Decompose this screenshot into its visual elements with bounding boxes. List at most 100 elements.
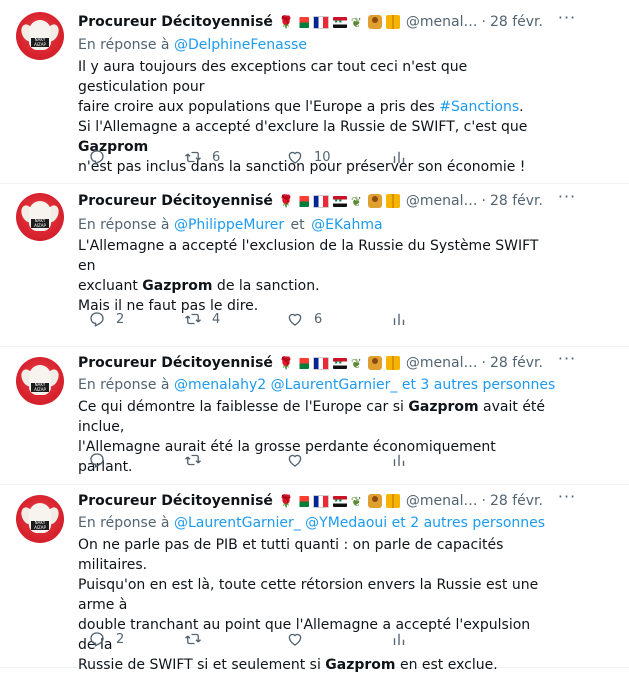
- avatar[interactable]: NAKY AIZAP: [16, 193, 64, 241]
- reply-mention[interactable]: @LaurentGarnier_: [271, 377, 398, 393]
- like-count: 6: [314, 311, 323, 327]
- syria-flag-icon: [332, 195, 347, 207]
- person-icon: [367, 494, 382, 508]
- retweet-button[interactable]: [174, 630, 212, 648]
- reply-count: 2: [116, 311, 125, 327]
- tweet[interactable]: NAKY AIZAP Procureur Décitoyennisé 🌹 ❦ @mena…: [0, 184, 629, 347]
- tweet-header: Procureur Décitoyennisé🌹❦@menal…·28 févr…: [78, 11, 543, 33]
- tweet-text-line: Russie de SWIFT si et seulement si Gazpr…: [78, 655, 548, 675]
- more-icon[interactable]: ···: [557, 10, 577, 31]
- person-icon: [367, 15, 382, 29]
- like-button[interactable]: [276, 630, 314, 648]
- madagascar-flag-icon: [294, 16, 309, 28]
- tweet-timestamp[interactable]: 28 févr.: [490, 493, 543, 509]
- person-icon: [367, 356, 382, 370]
- reply-button[interactable]: 2: [78, 630, 124, 648]
- author-name[interactable]: Procureur Décitoyennisé: [78, 493, 273, 509]
- france-flag-icon: [312, 194, 329, 208]
- reply-icon: [88, 630, 106, 648]
- reply-button[interactable]: [78, 451, 116, 469]
- text-segment: Ce qui démontre la faiblesse de l'Europe…: [78, 399, 409, 415]
- reply-conjunction: et: [290, 217, 305, 233]
- analytics-button[interactable]: [380, 630, 408, 648]
- text-segment: Puisqu'on en est là, toute cette rétorsi…: [78, 577, 539, 613]
- bold-keyword: Gazprom: [408, 399, 479, 415]
- more-icon[interactable]: ···: [557, 189, 577, 210]
- more-icon[interactable]: ···: [557, 489, 577, 510]
- reply-mention[interactable]: et 2 autres personnes: [392, 515, 545, 531]
- tweet-header: Procureur Décitoyennisé🌹❦@menal…·28 févr…: [78, 490, 543, 512]
- olive-branch-icon: ❦: [350, 194, 362, 210]
- tweet-text-line: On ne parle pas de PIB et tutti quanti :…: [78, 535, 548, 575]
- avatar[interactable]: NAKY AIZAP: [16, 495, 64, 543]
- name-emojis: 🌹❦: [278, 494, 400, 509]
- avatar-sign-text: NAKY AIZAP: [31, 520, 49, 530]
- like-icon: [286, 630, 304, 648]
- tweet[interactable]: NAKY AIZAPProcureur Décitoyennisé🌹❦@mena…: [0, 347, 629, 485]
- rose-icon: 🌹: [278, 15, 294, 29]
- tweet[interactable]: NAKY AIZAP Procureur Décitoyennisé 🌹❦ @mena…: [0, 485, 629, 673]
- tweet-header: Procureur Décitoyennisé 🌹 ❦ @menal…·28 févr…: [78, 190, 543, 212]
- avatar-sign-text: NAKY AIZAP: [31, 218, 49, 228]
- reply-button[interactable]: [78, 148, 116, 166]
- like-button[interactable]: 10: [276, 148, 331, 166]
- like-button[interactable]: [276, 451, 314, 469]
- text-segment: de la sanction.: [212, 278, 320, 294]
- reply-mention[interactable]: @PhilippeMurer: [174, 217, 284, 233]
- analytics-button[interactable]: [380, 310, 408, 328]
- bold-keyword: Gazprom: [142, 278, 213, 294]
- retweet-icon: [184, 630, 202, 648]
- rose-icon: 🌹: [278, 494, 294, 508]
- text-segment: faire croire aux populations que l'Europ…: [78, 99, 440, 115]
- reply-mention[interactable]: @LaurentGarnier_: [174, 515, 301, 531]
- like-icon: [286, 148, 304, 166]
- author-handle[interactable]: @menal…: [406, 493, 478, 509]
- reply-context: En réponse à @LaurentGarnier_ @YMedaoui …: [78, 513, 545, 533]
- avatar-sign-text: NAKY AIZAP: [31, 37, 49, 47]
- tweet-timestamp[interactable]: 28 févr.: [490, 193, 543, 209]
- tweet-timestamp[interactable]: 28 févr.: [490, 14, 543, 30]
- avatar[interactable]: NAKY AIZAP: [16, 12, 64, 60]
- reply-button[interactable]: 2: [78, 310, 124, 328]
- yellow-vest-icon: [385, 494, 400, 508]
- yellow-vest-icon: [385, 356, 400, 370]
- avatar[interactable]: NAKY AIZAP: [16, 357, 64, 405]
- reply-prefix: En réponse à: [78, 515, 170, 531]
- reply-mention[interactable]: et 3 autres personnes: [402, 377, 555, 393]
- author-handle[interactable]: @menal…: [406, 14, 478, 30]
- analytics-button[interactable]: [380, 148, 408, 166]
- analytics-button[interactable]: [380, 451, 408, 469]
- hashtag-link[interactable]: #Sanctions: [439, 99, 519, 115]
- text-segment: en est exclue.: [395, 657, 498, 673]
- retweet-count: 4: [212, 311, 221, 327]
- author-handle[interactable]: @menal…: [406, 193, 478, 209]
- reply-mention[interactable]: @DelphineFenasse: [174, 37, 307, 53]
- reply-mention[interactable]: @menalahy2: [174, 377, 266, 393]
- author-handle[interactable]: @menal…: [406, 355, 478, 371]
- more-icon[interactable]: ···: [557, 351, 577, 372]
- reply-mention[interactable]: @EKahma: [311, 217, 382, 233]
- tweet[interactable]: NAKY AIZAPProcureur Décitoyennisé🌹❦@mena…: [0, 0, 629, 184]
- tweet-actions: [78, 451, 518, 471]
- author-name[interactable]: Procureur Décitoyennisé: [78, 14, 273, 30]
- reply-context: En réponse à @PhilippeMurer et @EKahma: [78, 215, 383, 235]
- like-button[interactable]: 6: [276, 310, 322, 328]
- rose-icon: 🌹: [278, 194, 294, 208]
- analytics-icon: [390, 310, 408, 328]
- tweet-text: On ne parle pas de PIB et tutti quanti :…: [78, 535, 548, 675]
- separator-dot: ·: [481, 355, 486, 371]
- reply-mention[interactable]: @YMedaoui: [305, 515, 387, 531]
- reply-icon: [88, 148, 106, 166]
- retweet-button[interactable]: 6: [174, 148, 220, 166]
- reply-prefix: En réponse à: [78, 217, 170, 233]
- retweet-button[interactable]: [174, 451, 212, 469]
- timeline: NAKY AIZAPProcureur Décitoyennisé🌹❦@mena…: [0, 0, 629, 673]
- separator-dot: ·: [481, 14, 486, 30]
- author-name[interactable]: Procureur Décitoyennisé: [78, 355, 273, 371]
- reply-icon: [88, 451, 106, 469]
- tweet-timestamp[interactable]: 28 févr.: [490, 355, 543, 371]
- france-flag-icon: [312, 356, 329, 370]
- author-name[interactable]: Procureur Décitoyennisé: [78, 193, 273, 209]
- retweet-button[interactable]: 4: [174, 310, 220, 328]
- separator-dot: ·: [481, 193, 486, 209]
